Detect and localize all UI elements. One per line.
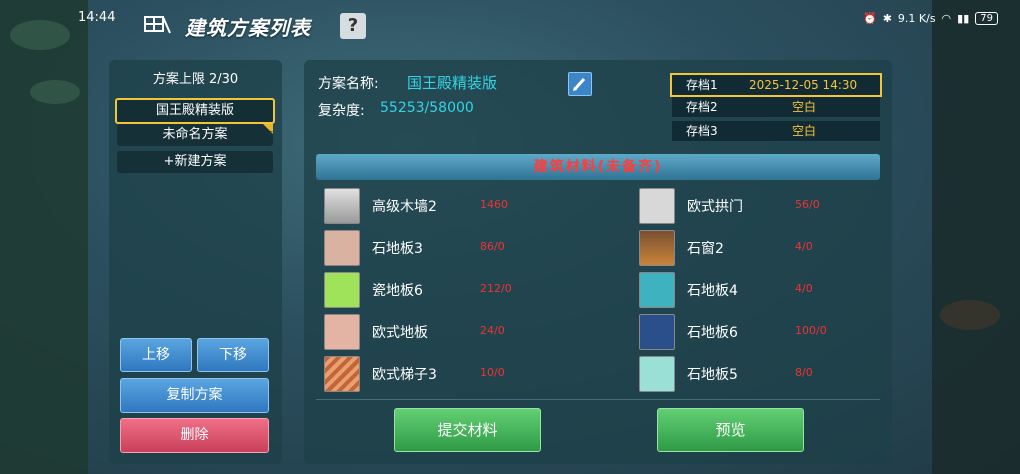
alarm-icon: ⏰ <box>862 12 877 25</box>
material-item[interactable]: 欧式梯子3 10/0 <box>324 356 584 392</box>
material-qty: 1460 <box>480 198 508 211</box>
right-border <box>932 0 1020 474</box>
signal-icon: ▮▮ <box>957 12 970 25</box>
game-screen: 14:44 ⏰ ✱ 9.1 K/s ◠ ▮▮ 79 建筑方案列表 ? 方案上限 … <box>0 0 1020 474</box>
material-item[interactable]: 石地板5 8/0 <box>639 356 899 392</box>
material-name: 欧式地板 <box>372 325 428 341</box>
material-item[interactable]: 高级木墙2 1460 <box>324 188 584 224</box>
save-slot-name: 存档3 <box>686 124 718 138</box>
edit-name-button[interactable] <box>568 72 592 96</box>
material-item[interactable]: 石地板3 86/0 <box>324 230 584 266</box>
save-slot-name: 存档1 <box>686 78 718 92</box>
stone-window-icon <box>639 230 675 266</box>
porcelain-floor-icon <box>324 272 360 308</box>
status-time: 14:44 <box>78 10 116 25</box>
bluetooth-icon: ✱ <box>882 12 892 25</box>
plan-item[interactable]: 未命名方案 F <box>117 124 273 146</box>
save-slot-value: 空白 <box>792 124 817 138</box>
preview-button[interactable]: 预览 <box>657 408 804 452</box>
material-name: 石窗2 <box>687 241 724 257</box>
battery-indicator: 79 <box>975 12 998 25</box>
material-name: 瓷地板6 <box>372 283 423 299</box>
stone-floor-blue-icon <box>639 314 675 350</box>
network-speed: 9.1 K/s <box>897 12 936 25</box>
material-item[interactable]: 瓷地板6 212/0 <box>324 272 584 308</box>
wifi-icon: ◠ <box>941 12 952 25</box>
save-slot-3[interactable]: 存档3 空白 <box>672 121 880 141</box>
material-name: 石地板4 <box>687 283 738 299</box>
material-item[interactable]: 石窗2 4/0 <box>639 230 899 266</box>
material-qty: 10/0 <box>480 366 505 379</box>
material-qty: 56/0 <box>795 198 820 211</box>
save-slot-value: 2025-12-05 14:30 <box>749 78 858 92</box>
move-up-button[interactable]: 上移 <box>120 338 192 372</box>
material-name: 石地板3 <box>372 241 423 257</box>
new-plan-button[interactable]: +新建方案 <box>117 151 273 173</box>
material-qty: 86/0 <box>480 240 505 253</box>
decor-leaf <box>30 80 80 104</box>
arch-door-icon <box>639 188 675 224</box>
delete-button[interactable]: 删除 <box>120 418 269 453</box>
save-slot-value: 空白 <box>792 100 817 114</box>
blueprint-icon <box>144 16 171 34</box>
copy-plan-button[interactable]: 复制方案 <box>120 378 269 413</box>
material-item[interactable]: 石地板6 100/0 <box>639 314 899 350</box>
help-button[interactable]: ? <box>340 13 366 39</box>
stone-floor-icon <box>324 230 360 266</box>
material-qty: 8/0 <box>795 366 813 379</box>
materials-header: 建筑材料(未备齐) <box>316 154 880 180</box>
plan-item-label: 国王殿精装版 <box>155 103 234 118</box>
material-qty: 100/0 <box>795 324 827 337</box>
stone-floor-teal-icon <box>639 272 675 308</box>
save-slot-1[interactable]: 存档1 2025-12-05 14:30 <box>670 73 882 97</box>
complexity-value: 55253/58000 <box>380 100 474 116</box>
material-name: 欧式梯子3 <box>372 367 437 383</box>
plan-limit: 方案上限 2/30 <box>152 72 239 87</box>
save-slot-name: 存档2 <box>686 100 718 114</box>
material-item[interactable]: 欧式地板 24/0 <box>324 314 584 350</box>
plan-detail-panel: 方案名称: 国王殿精装版 复杂度: 55253/58000 存档1 2025-1… <box>304 60 892 464</box>
plan-name-label: 方案名称: <box>318 76 379 92</box>
plan-list-panel: 方案上限 2/30 国王殿精装版 未命名方案 F +新建方案 上移 下移 复制方… <box>109 60 282 464</box>
plan-tag: F <box>263 124 273 138</box>
euro-floor-icon <box>324 314 360 350</box>
complexity-label: 复杂度: <box>318 103 365 119</box>
material-item[interactable]: 石地板4 4/0 <box>639 272 899 308</box>
save-slot-2[interactable]: 存档2 空白 <box>672 97 880 117</box>
material-qty: 4/0 <box>795 240 813 253</box>
left-border <box>0 0 88 474</box>
wood-wall-icon <box>324 188 360 224</box>
stone-floor-light-icon <box>639 356 675 392</box>
material-name: 石地板6 <box>687 325 738 341</box>
submit-materials-button[interactable]: 提交材料 <box>394 408 541 452</box>
ladder-icon <box>324 356 360 392</box>
material-item[interactable]: 欧式拱门 56/0 <box>639 188 899 224</box>
material-name: 高级木墙2 <box>372 199 437 215</box>
page-title: 建筑方案列表 <box>185 16 311 40</box>
material-qty: 212/0 <box>480 282 512 295</box>
status-icons: ⏰ ✱ 9.1 K/s ◠ ▮▮ 79 <box>863 12 998 25</box>
material-name: 石地板5 <box>687 367 738 383</box>
decor-leaf <box>10 20 70 50</box>
plan-name-value: 国王殿精装版 <box>407 74 498 92</box>
material-name: 欧式拱门 <box>687 199 743 215</box>
pencil-icon <box>573 77 586 91</box>
move-down-button[interactable]: 下移 <box>197 338 269 372</box>
decor-leaf <box>940 300 1000 330</box>
plan-item-label: 未命名方案 <box>162 127 228 142</box>
plan-item-selected[interactable]: 国王殿精装版 <box>115 98 275 124</box>
material-qty: 24/0 <box>480 324 505 337</box>
material-qty: 4/0 <box>795 282 813 295</box>
divider <box>316 399 880 400</box>
